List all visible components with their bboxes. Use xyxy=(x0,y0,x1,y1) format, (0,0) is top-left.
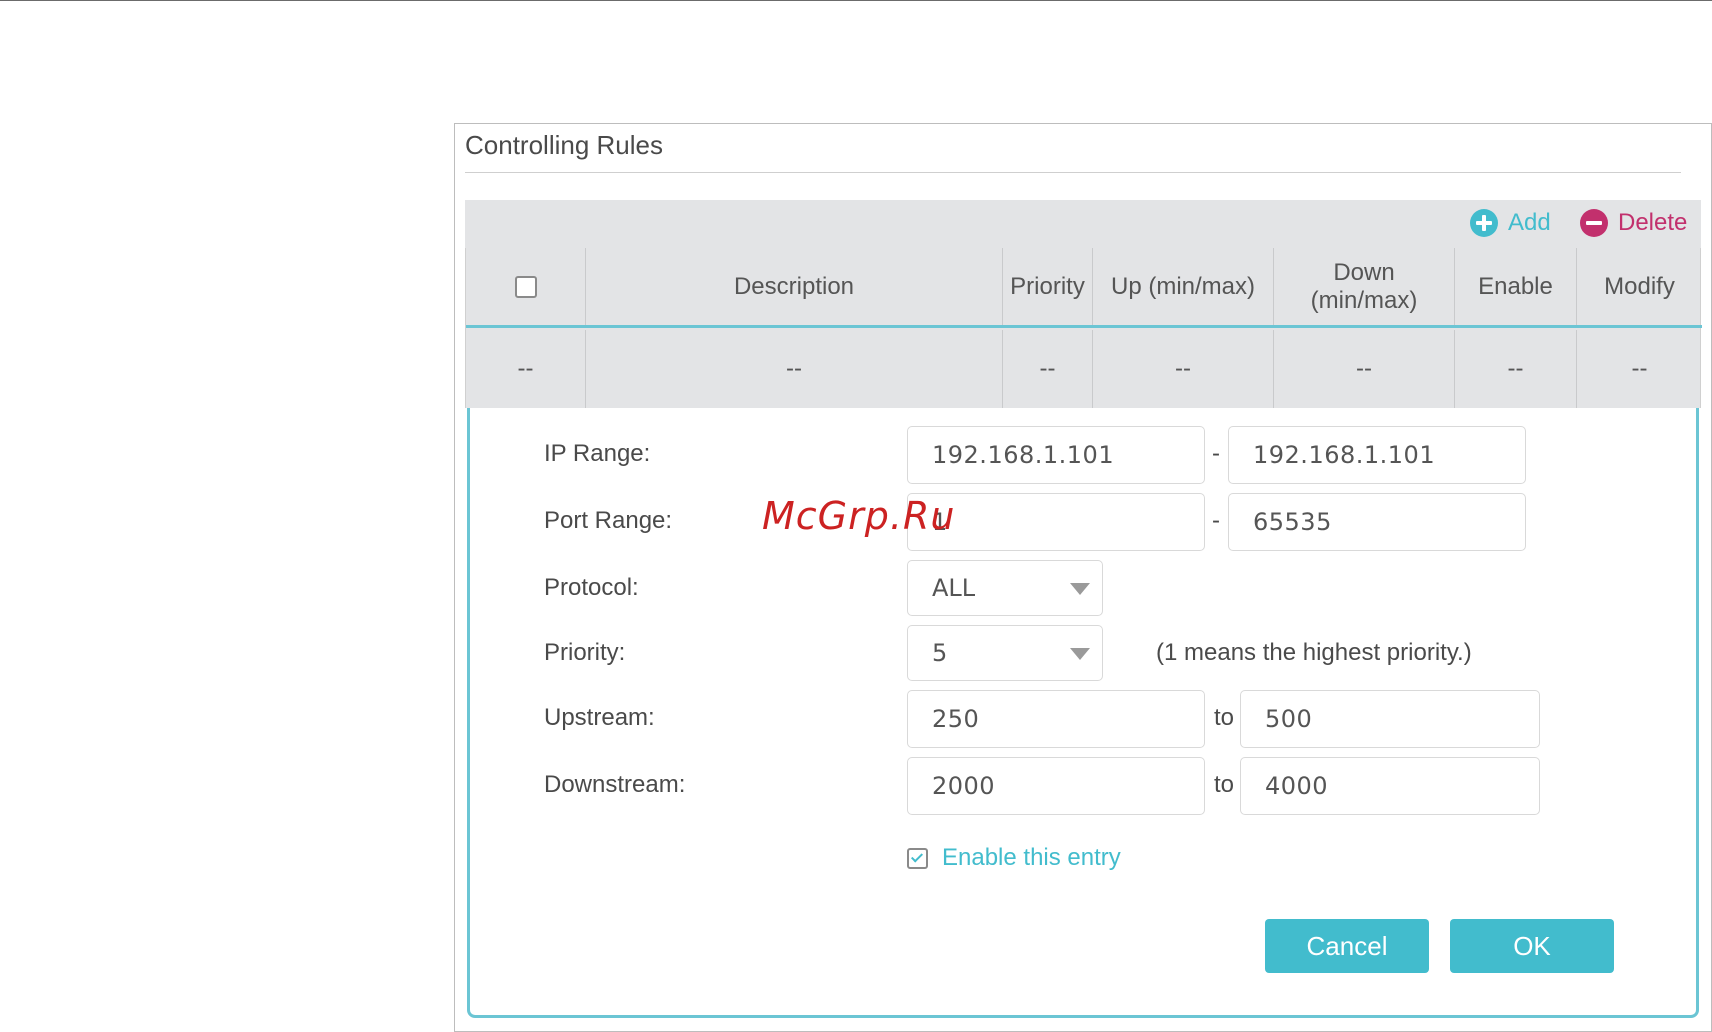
cancel-button[interactable]: Cancel xyxy=(1265,919,1429,973)
select-all-checkbox[interactable] xyxy=(514,275,537,298)
table-toolbar: Add Delete xyxy=(465,200,1701,248)
ip-range-separator: - xyxy=(1212,440,1220,467)
header-down: Down (min/max) xyxy=(1274,248,1455,325)
downstream-label: Downstream: xyxy=(544,771,686,798)
priority-select[interactable]: 5 xyxy=(907,625,1103,681)
upstream-label: Upstream: xyxy=(544,704,655,731)
header-modify: Modify xyxy=(1604,272,1675,300)
title-divider xyxy=(465,172,1681,173)
controlling-rules-panel: Controlling Rules Add Delete Description… xyxy=(454,123,1712,1032)
panel-title: Controlling Rules xyxy=(465,130,663,160)
port-range-row: Port Range: 1 - 65535 xyxy=(470,493,1702,551)
enable-entry-checkbox[interactable]: Enable this entry xyxy=(907,844,1121,872)
upstream-row: Upstream: 250 to 500 xyxy=(470,690,1702,748)
priority-hint: (1 means the highest priority.) xyxy=(1156,639,1472,666)
add-button[interactable]: Add xyxy=(1470,200,1551,246)
chevron-down-icon xyxy=(1070,583,1090,595)
row-cell-priority: -- xyxy=(1003,330,1093,408)
priority-label: Priority: xyxy=(544,639,626,666)
header-description: Description xyxy=(586,248,1003,325)
header-enable: Enable xyxy=(1455,248,1577,325)
plus-circle-icon xyxy=(1470,209,1498,237)
add-label: Add xyxy=(1508,209,1551,236)
row-cell-down: -- xyxy=(1274,330,1455,408)
header-priority: Priority xyxy=(1003,248,1093,325)
row-cell-description: -- xyxy=(586,330,1003,408)
ip-end-input[interactable]: 192.168.1.101 xyxy=(1228,426,1526,484)
chevron-down-icon xyxy=(1070,648,1090,660)
minus-circle-icon xyxy=(1580,209,1608,237)
table-header-row: Description Priority Up (min/max) Down (m… xyxy=(466,248,1702,328)
row-cell-select: -- xyxy=(466,330,586,408)
header-select-cell xyxy=(466,248,586,325)
row-cell-modify: -- xyxy=(1631,355,1648,383)
ip-start-input[interactable]: 192.168.1.101 xyxy=(907,426,1205,484)
header-up: Up (min/max) xyxy=(1093,248,1274,325)
protocol-row: Protocol: ALL xyxy=(470,560,1702,618)
row-cell-up: -- xyxy=(1093,330,1274,408)
watermark-logo: McGrp.Ru xyxy=(762,494,956,538)
downstream-row: Downstream: 2000 to 4000 xyxy=(470,757,1702,815)
upstream-max-input[interactable]: 500 xyxy=(1240,690,1540,748)
priority-value: 5 xyxy=(932,639,948,667)
port-range-label: Port Range: xyxy=(544,507,673,534)
upstream-to-label: to xyxy=(1214,704,1235,731)
port-end-input[interactable]: 65535 xyxy=(1228,493,1526,551)
rules-table: Description Priority Up (min/max) Down (m… xyxy=(465,248,1702,408)
downstream-max-input[interactable]: 4000 xyxy=(1240,757,1540,815)
delete-button[interactable]: Delete xyxy=(1580,200,1687,246)
priority-row: Priority: 5 (1 means the highest priorit… xyxy=(470,625,1702,683)
row-cell-enable: -- xyxy=(1455,330,1577,408)
ok-button[interactable]: OK xyxy=(1450,919,1614,973)
upstream-min-input[interactable]: 250 xyxy=(907,690,1205,748)
downstream-min-input[interactable]: 2000 xyxy=(907,757,1205,815)
header-down-line1: Down xyxy=(1333,258,1395,286)
delete-label: Delete xyxy=(1618,209,1688,236)
protocol-select[interactable]: ALL xyxy=(907,560,1103,616)
checkbox-checked-icon xyxy=(907,847,928,869)
header-down-line2: (min/max) xyxy=(1310,286,1418,314)
enable-entry-label: Enable this entry xyxy=(942,844,1121,871)
protocol-value: ALL xyxy=(932,574,976,602)
downstream-to-label: to xyxy=(1214,771,1235,798)
ip-range-row: IP Range: 192.168.1.101 - 192.168.1.101 xyxy=(470,426,1702,484)
rule-edit-form: IP Range: 192.168.1.101 - 192.168.1.101 … xyxy=(467,408,1699,1018)
ip-range-label: IP Range: xyxy=(544,440,651,467)
top-divider xyxy=(0,0,1712,1)
protocol-label: Protocol: xyxy=(544,574,639,601)
port-range-separator: - xyxy=(1212,507,1220,534)
table-row: -- -- -- -- -- -- -- xyxy=(466,330,1702,408)
